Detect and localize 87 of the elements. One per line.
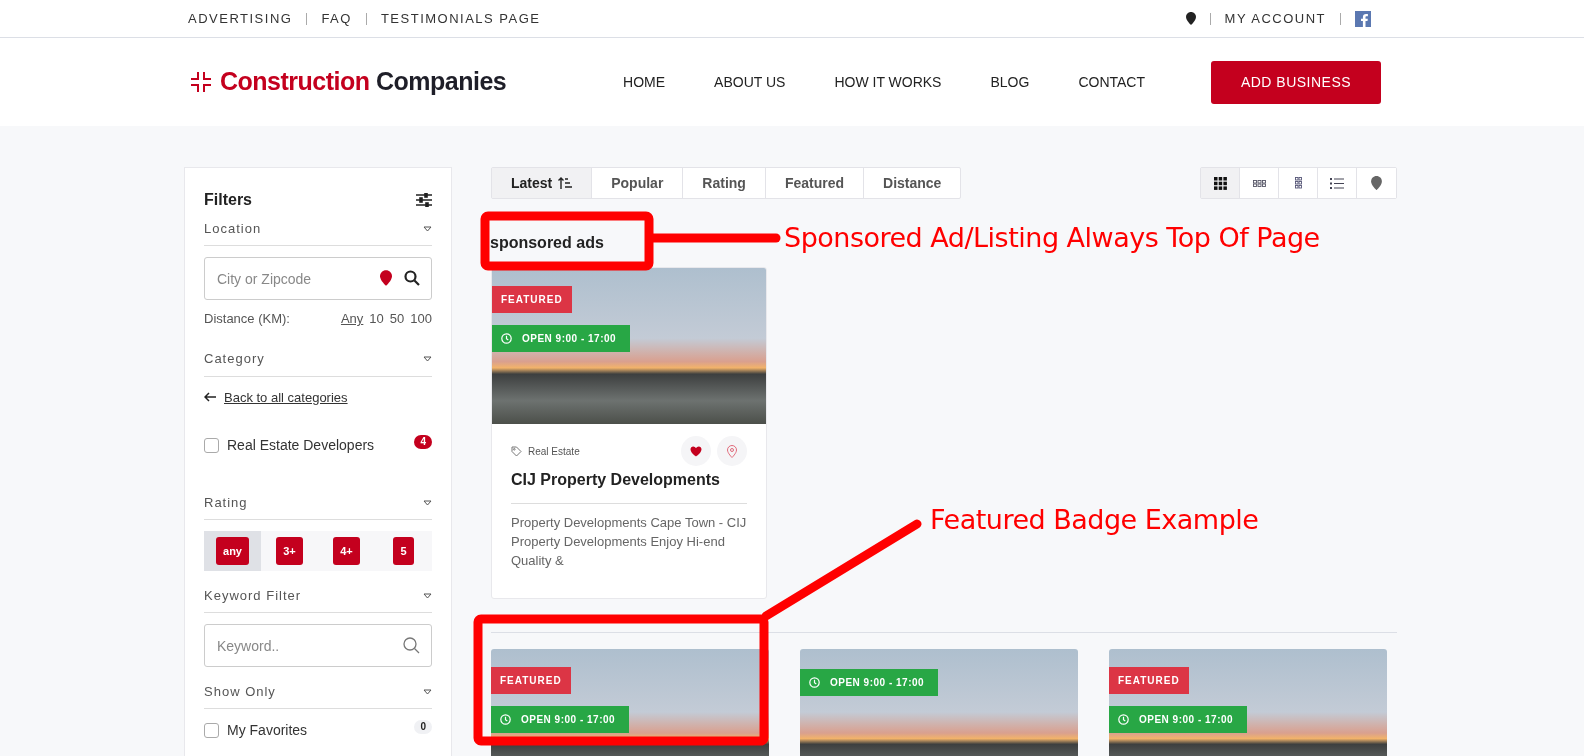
rating-label: 5 <box>393 536 414 566</box>
section-heading[interactable]: Category <box>204 349 265 369</box>
search-icon <box>403 637 420 654</box>
grid-icon <box>1294 177 1302 189</box>
featured-badge: FEATURED <box>1109 667 1189 694</box>
nav-link[interactable]: ABOUT US <box>714 71 786 93</box>
featured-badge: FEATURED <box>492 286 572 313</box>
logo-text: Construction Companies <box>220 66 507 98</box>
count-badge: 0 <box>414 720 432 734</box>
rating-option[interactable]: 4+ <box>318 531 375 571</box>
heart-icon <box>690 445 702 457</box>
grid-icon <box>1252 179 1266 187</box>
rating-label: 3+ <box>276 536 303 566</box>
clock-icon <box>809 677 820 688</box>
map-pin-icon <box>727 444 737 458</box>
search-icon <box>404 270 420 286</box>
add-business-button[interactable]: ADD BUSINESS <box>1211 60 1381 104</box>
sort-tab[interactable]: Distance <box>864 168 961 198</box>
featured-badge: FEATURED <box>491 667 571 694</box>
distance-option[interactable]: Any <box>340 309 364 329</box>
rating-option[interactable]: any <box>204 531 261 571</box>
caret-icon <box>423 225 432 232</box>
section-heading[interactable]: Keyword Filter <box>204 585 302 606</box>
keyword-field[interactable]: Keyword.. <box>204 624 432 667</box>
open-hours-badge: OPEN 9:00 - 17:00 <box>492 325 631 352</box>
checkbox[interactable] <box>204 723 219 738</box>
sort-tab[interactable]: Latest <box>492 168 593 198</box>
location-field[interactable]: City or Zipcode <box>204 257 432 300</box>
top-link[interactable]: ADVERTISING <box>188 8 293 29</box>
account-link[interactable]: MY ACCOUNT <box>1224 8 1326 29</box>
filter-sliders-icon <box>416 193 432 207</box>
checkbox[interactable] <box>204 438 219 453</box>
top-link[interactable]: TESTIMONIALS PAGE <box>380 8 541 29</box>
sort-icon <box>558 177 573 189</box>
checkbox-label: My Favorites <box>227 721 308 740</box>
nav-link[interactable]: BLOG <box>990 71 1030 93</box>
clock-icon <box>501 333 512 344</box>
open-hours-badge: OPEN 9:00 - 17:00 <box>800 669 939 696</box>
rating-label: 4+ <box>333 536 360 566</box>
rating-option[interactable]: 5 <box>375 531 432 571</box>
section-title: sponsored ads <box>490 233 604 253</box>
distance-label: Distance (KM): <box>204 310 290 328</box>
top-link[interactable]: FAQ <box>321 8 352 29</box>
annotation-text: Sponsored Ad/Listing Always Top Of Page <box>784 221 1320 255</box>
grid-icon <box>1213 176 1227 190</box>
grid-view-button[interactable] <box>1201 168 1240 198</box>
section-heading[interactable]: Location <box>204 218 262 239</box>
list-icon <box>1330 177 1344 189</box>
sort-tab[interactable]: Rating <box>683 168 766 198</box>
listing-title[interactable]: CIJ Property Developments <box>511 468 747 504</box>
nav-link[interactable]: HOW IT WORKS <box>834 71 942 93</box>
clock-icon <box>500 714 511 725</box>
distance-option[interactable]: 50 <box>389 309 405 329</box>
annotation-text: Featured Badge Example <box>930 503 1259 537</box>
facebook-icon <box>1355 10 1371 27</box>
map-pin-button[interactable] <box>717 436 747 466</box>
listing-description: Property Developments Cape Town - CIJ Property Developments Enjoy Hi-end Quality & <box>511 514 747 570</box>
section-heading[interactable]: Rating <box>204 492 248 513</box>
favorite-button[interactable] <box>681 436 711 466</box>
nav-link[interactable]: CONTACT <box>1078 71 1145 93</box>
map-pin-icon <box>1185 12 1196 25</box>
distance-option[interactable]: 100 <box>410 309 432 329</box>
tag-icon <box>511 445 522 457</box>
checkbox-label: Real Estate Developers <box>227 436 375 455</box>
sort-tab[interactable]: Featured <box>765 168 865 198</box>
distance-option[interactable]: 10 <box>369 309 384 329</box>
back-link[interactable]: Back to all categories <box>224 387 348 407</box>
open-hours-badge: OPEN 9:00 - 17:00 <box>1109 706 1248 733</box>
clock-icon <box>1118 714 1129 725</box>
nav-link[interactable]: HOME <box>623 71 666 93</box>
count-badge: 4 <box>414 435 432 449</box>
section-heading[interactable]: Show Only <box>204 681 276 702</box>
caret-icon <box>423 356 432 362</box>
map-pin-icon <box>380 270 392 286</box>
map-pin-icon <box>1371 176 1382 190</box>
caret-icon <box>423 499 432 506</box>
rating-label: any <box>216 536 249 566</box>
logo-icon <box>190 71 212 93</box>
caret-icon <box>423 592 432 599</box>
caret-icon <box>423 688 432 695</box>
logo[interactable]: Construction Companies <box>190 63 507 101</box>
back-arrow-icon <box>204 392 216 403</box>
rating-option[interactable]: 3+ <box>261 531 318 571</box>
category-label: Real Estate <box>528 444 580 459</box>
filters-title: Filters <box>204 190 252 210</box>
sort-tab[interactable]: Popular <box>592 168 684 198</box>
open-hours-badge: OPEN 9:00 - 17:00 <box>491 706 630 733</box>
